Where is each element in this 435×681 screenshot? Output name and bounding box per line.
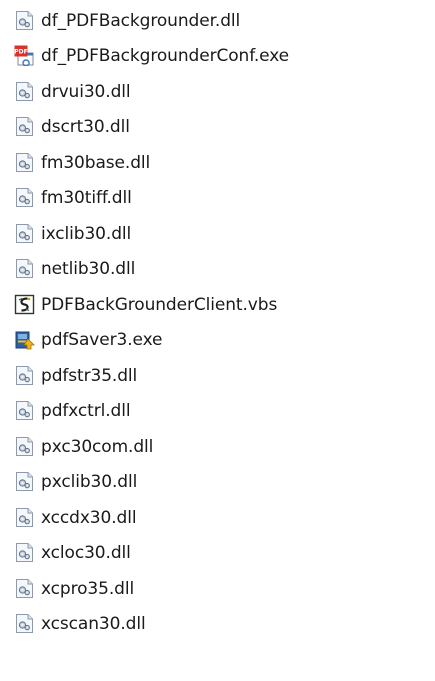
file-list: df_PDFBackgrounder.dll df_PDFBackgrounde…	[0, 3, 435, 642]
dll-icon	[14, 152, 35, 173]
file-name: fm30base.dll	[41, 152, 151, 173]
file-name: pxc30com.dll	[41, 436, 154, 457]
file-item-fm30tiff-dll[interactable]: fm30tiff.dll	[0, 181, 435, 217]
dll-icon	[14, 187, 35, 208]
file-item-pdfsaver3-exe[interactable]: pdfSaver3.exe	[0, 323, 435, 359]
file-name: PDFBackGrounderClient.vbs	[41, 294, 278, 315]
file-item-xcloc30-dll[interactable]: xcloc30.dll	[0, 536, 435, 572]
dll-icon	[14, 613, 35, 634]
file-item-netlib30-dll[interactable]: netlib30.dll	[0, 252, 435, 288]
file-item-pdfxctrl-dll[interactable]: pdfxctrl.dll	[0, 394, 435, 430]
dll-icon	[14, 81, 35, 102]
file-item-xcpro35-dll[interactable]: xcpro35.dll	[0, 571, 435, 607]
file-item-drvui30-dll[interactable]: drvui30.dll	[0, 74, 435, 110]
file-item-ixclib30-dll[interactable]: ixclib30.dll	[0, 216, 435, 252]
file-name: dscrt30.dll	[41, 117, 130, 138]
file-item-df-pdfbackgrounderconf-exe[interactable]: df_PDFBackgrounderConf.exe	[0, 39, 435, 75]
file-name: df_PDFBackgrounderConf.exe	[41, 46, 290, 67]
dll-icon	[14, 223, 35, 244]
file-item-xcscan30-dll[interactable]: xcscan30.dll	[0, 607, 435, 643]
dll-icon	[14, 400, 35, 421]
file-name: drvui30.dll	[41, 81, 131, 102]
pdf-exe-icon	[14, 45, 35, 66]
file-name: df_PDFBackgrounder.dll	[41, 10, 241, 31]
file-name: xcscan30.dll	[41, 614, 146, 635]
dll-icon	[14, 542, 35, 563]
file-item-fm30base-dll[interactable]: fm30base.dll	[0, 145, 435, 181]
dll-icon	[14, 10, 35, 31]
file-item-pdfbackgrounderclient-vbs[interactable]: PDFBackGrounderClient.vbs	[0, 287, 435, 323]
dll-icon	[14, 365, 35, 386]
dll-icon	[14, 507, 35, 528]
file-name: pdfxctrl.dll	[41, 401, 131, 422]
dll-icon	[14, 116, 35, 137]
installer-exe-icon	[14, 329, 35, 350]
file-item-dscrt30-dll[interactable]: dscrt30.dll	[0, 110, 435, 146]
file-name: xcpro35.dll	[41, 578, 135, 599]
file-item-pxc30com-dll[interactable]: pxc30com.dll	[0, 429, 435, 465]
file-item-df-pdfbackgrounder-dll[interactable]: df_PDFBackgrounder.dll	[0, 3, 435, 39]
file-item-xccdx30-dll[interactable]: xccdx30.dll	[0, 500, 435, 536]
file-name: xccdx30.dll	[41, 507, 137, 528]
dll-icon	[14, 471, 35, 492]
file-name: pdfstr35.dll	[41, 365, 138, 386]
file-name: fm30tiff.dll	[41, 188, 132, 209]
file-name: xcloc30.dll	[41, 543, 131, 564]
file-name: pdfSaver3.exe	[41, 330, 163, 351]
file-name: netlib30.dll	[41, 259, 136, 280]
file-name: pxclib30.dll	[41, 472, 138, 493]
file-name: ixclib30.dll	[41, 223, 132, 244]
dll-icon	[14, 258, 35, 279]
vbs-script-icon	[14, 294, 35, 315]
dll-icon	[14, 436, 35, 457]
file-item-pxclib30-dll[interactable]: pxclib30.dll	[0, 465, 435, 501]
file-item-pdfstr35-dll[interactable]: pdfstr35.dll	[0, 358, 435, 394]
dll-icon	[14, 578, 35, 599]
